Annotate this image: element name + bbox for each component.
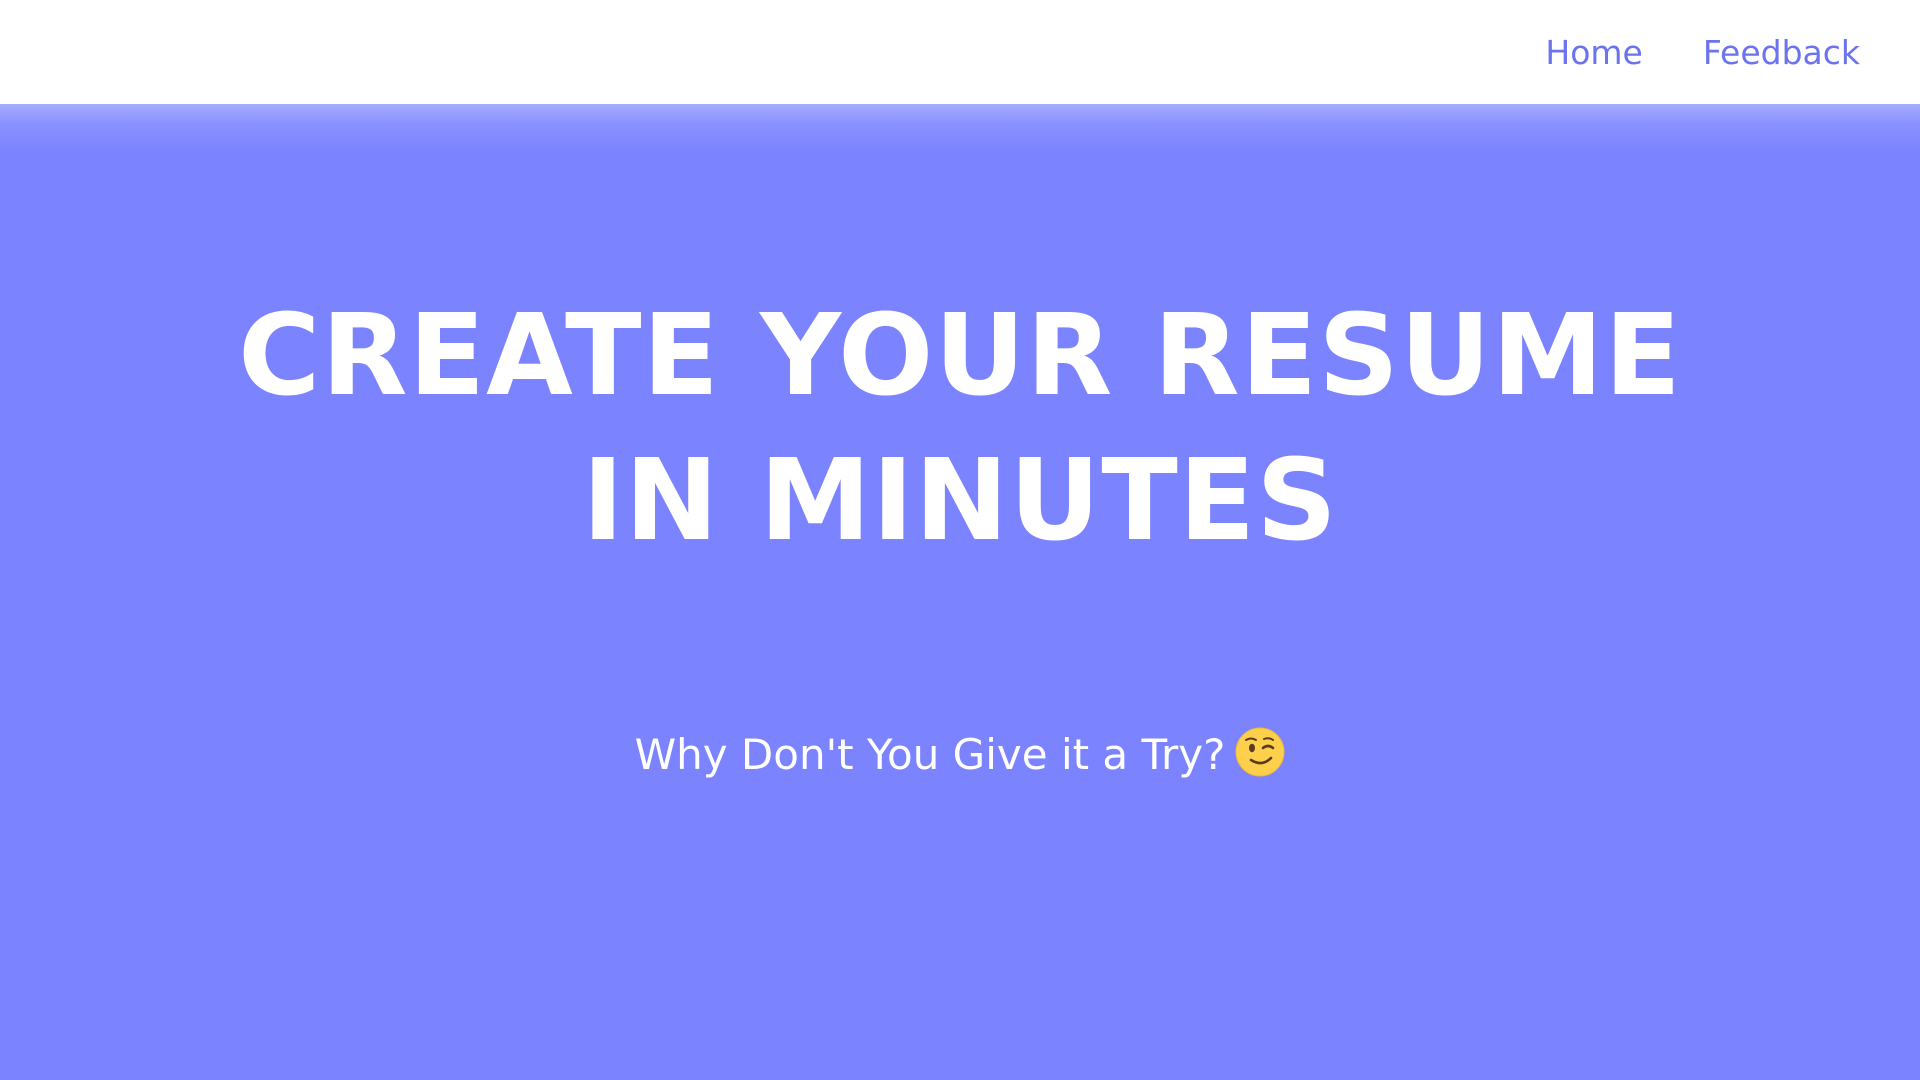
nav-links: Home Feedback: [1545, 0, 1860, 104]
nav-link-feedback[interactable]: Feedback: [1703, 33, 1860, 72]
winking-face-icon: [1235, 727, 1285, 777]
hero-subtitle: Why Don't You Give it a Try?: [0, 727, 1920, 779]
hero-subtitle-text: Why Don't You Give it a Try?: [634, 730, 1226, 779]
hero-title: CREATE YOUR RESUME IN MINUTES: [238, 291, 1682, 566]
top-navbar: Home Feedback: [0, 0, 1920, 104]
nav-link-home[interactable]: Home: [1545, 33, 1642, 72]
hero-section: CREATE YOUR RESUME IN MINUTES Why Don't …: [0, 104, 1920, 1080]
